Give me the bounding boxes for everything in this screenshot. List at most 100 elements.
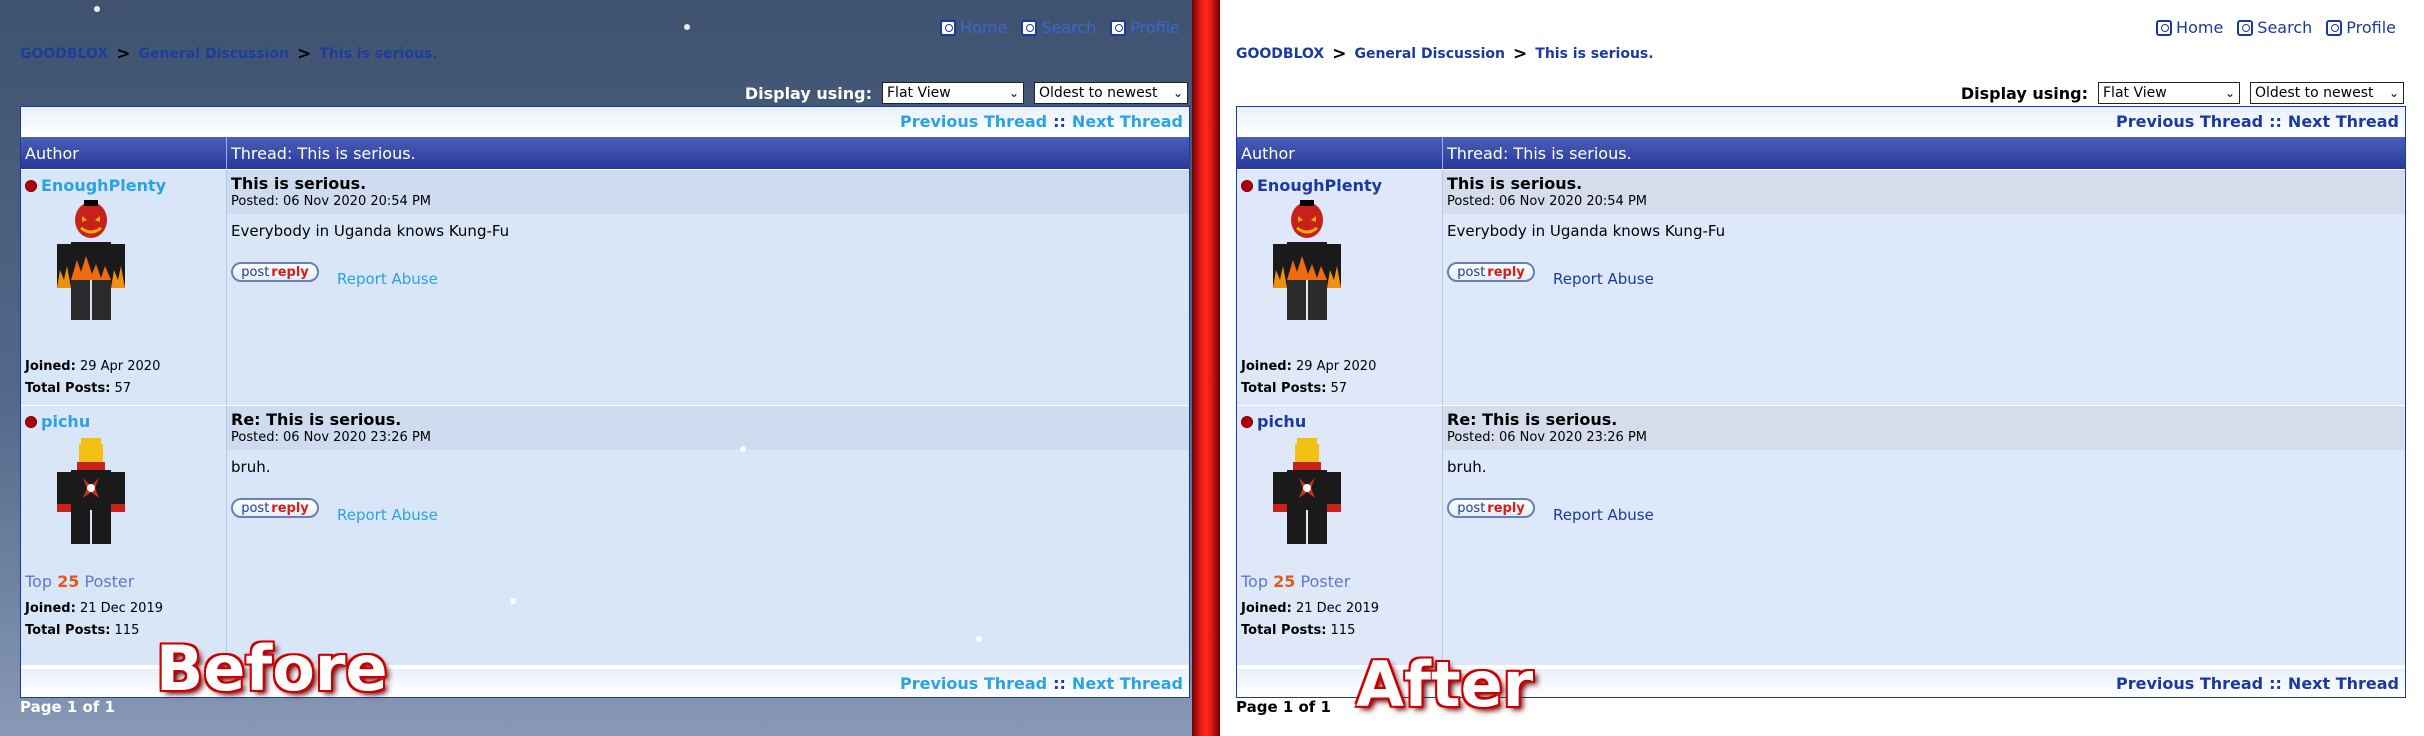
- offline-status-icon: [25, 415, 37, 428]
- rank-prefix: Top: [25, 572, 52, 591]
- breadcrumb-thread[interactable]: This is serious.: [319, 46, 437, 62]
- post-author-cell: EnoughPlenty Joined: 29 Apr 2020 Total P…: [1237, 170, 1443, 405]
- home-link[interactable]: Home: [940, 18, 1007, 37]
- page-info: Page 1 of 1: [1236, 698, 1331, 716]
- breadcrumb-separator: >: [1513, 44, 1528, 64]
- username: EnoughPlenty: [1257, 176, 1383, 195]
- display-select[interactable]: Flat View ⌄: [882, 82, 1024, 104]
- next-thread-link[interactable]: Next Thread: [2288, 674, 2399, 693]
- profile-icon: [2326, 19, 2343, 36]
- top-poster-badge: Top 25 Poster: [1241, 572, 1350, 591]
- post-body-cell: This is serious. Posted: 06 Nov 2020 20:…: [1443, 170, 2405, 405]
- username-link[interactable]: EnoughPlenty: [1241, 176, 1382, 195]
- display-select-value: Flat View: [887, 85, 951, 101]
- before-label: Before: [156, 632, 388, 705]
- reply-button-part2: reply: [1487, 264, 1525, 280]
- profile-link[interactable]: Profile: [2326, 18, 2396, 37]
- post-author-cell: pichu Top 25 Poster Joined: 21 Dec 2019 …: [21, 406, 227, 665]
- joined-date: 21 Dec 2019: [1295, 601, 1379, 616]
- previous-thread-link[interactable]: Previous Thread: [2116, 674, 2263, 693]
- thread-column-header: Thread: This is serious.: [231, 143, 416, 163]
- profile-link[interactable]: Profile: [1110, 18, 1180, 37]
- snow-particle: [740, 446, 746, 452]
- search-link[interactable]: Search: [2237, 18, 2312, 37]
- snow-particle: [510, 598, 516, 604]
- post-body-cell: Re: This is serious. Posted: 06 Nov 2020…: [1443, 406, 2405, 665]
- author-column-header: Author: [21, 137, 227, 169]
- thread-table: Previous Thread :: Next Thread Author Th…: [1236, 106, 2406, 698]
- table-header: Author Thread: This is serious.: [1237, 137, 2405, 169]
- username-link[interactable]: EnoughPlenty: [25, 176, 166, 195]
- rank-suffix: Poster: [84, 572, 135, 591]
- table-header: Author Thread: This is serious.: [21, 137, 1189, 169]
- next-thread-link[interactable]: Next Thread: [1072, 674, 1183, 693]
- author-meta: Joined: 29 Apr 2020 Total Posts: 57: [1241, 356, 1376, 400]
- username: pichu: [1257, 412, 1307, 431]
- top-links: Home Search Profile: [940, 18, 1180, 37]
- thread-nav-top: Previous Thread :: Next Thread: [21, 107, 1189, 135]
- post-message: Everybody in Uganda knows Kung-Fu: [1447, 222, 1726, 240]
- thread-column-header: Thread: This is serious.: [1447, 143, 1632, 163]
- post-reply-button[interactable]: post reply: [231, 498, 319, 518]
- rank-number: 25: [1273, 572, 1296, 591]
- breadcrumb: GOODBLOX > General Discussion > This is …: [20, 44, 438, 64]
- joined-label: Joined:: [1241, 359, 1292, 374]
- breadcrumb-forum[interactable]: General Discussion: [138, 46, 289, 62]
- profile-label: Profile: [1130, 18, 1180, 37]
- avatar: [57, 438, 125, 544]
- rank-prefix: Top: [1241, 572, 1268, 591]
- report-abuse-link[interactable]: Report Abuse: [1553, 506, 1654, 524]
- display-select-value: Flat View: [2103, 85, 2167, 101]
- report-abuse-link[interactable]: Report Abuse: [337, 270, 438, 288]
- post-reply-button[interactable]: post reply: [231, 262, 319, 282]
- report-abuse-link[interactable]: Report Abuse: [1553, 270, 1654, 288]
- post-reply-button[interactable]: post reply: [1447, 498, 1535, 518]
- post-subject: Re: This is serious.: [231, 410, 402, 429]
- total-posts-count: 115: [114, 623, 140, 638]
- breadcrumb: GOODBLOX > General Discussion > This is …: [1236, 44, 1654, 64]
- joined-date: 29 Apr 2020: [79, 359, 161, 374]
- before-content: Home Search Profile GOODBLOX > General D…: [20, 0, 1190, 736]
- previous-thread-link[interactable]: Previous Thread: [900, 674, 1047, 693]
- search-label: Search: [1041, 18, 1097, 37]
- display-using-label: Display using:: [744, 83, 872, 103]
- post-reply-button[interactable]: post reply: [1447, 262, 1535, 282]
- breadcrumb-separator: >: [1332, 44, 1347, 64]
- post-row: pichu Top 25 Poster Joined: 21 Dec 2019 …: [1237, 405, 2405, 665]
- search-icon: [2237, 19, 2254, 36]
- home-link[interactable]: Home: [2156, 18, 2223, 37]
- joined-date: 21 Dec 2019: [79, 601, 163, 616]
- breadcrumb-separator: >: [297, 44, 312, 64]
- search-link[interactable]: Search: [1021, 18, 1096, 37]
- next-thread-link[interactable]: Next Thread: [1072, 112, 1183, 131]
- breadcrumb-thread[interactable]: This is serious.: [1535, 46, 1653, 62]
- previous-thread-link[interactable]: Previous Thread: [900, 112, 1047, 131]
- home-icon: [940, 19, 957, 36]
- post-timestamp: Posted: 06 Nov 2020 23:26 PM: [231, 430, 432, 445]
- previous-thread-link[interactable]: Previous Thread: [2116, 112, 2263, 131]
- home-label: Home: [960, 18, 1008, 37]
- nav-separator: ::: [2269, 111, 2282, 131]
- order-select[interactable]: Oldest to newest ⌄: [1034, 82, 1188, 104]
- next-thread-link[interactable]: Next Thread: [2288, 112, 2399, 131]
- avatar: [1273, 200, 1341, 320]
- display-select[interactable]: Flat View ⌄: [2098, 82, 2240, 104]
- breadcrumb-site[interactable]: GOODBLOX: [20, 46, 108, 62]
- report-abuse-link[interactable]: Report Abuse: [337, 506, 438, 524]
- thread-nav-top: Previous Thread :: Next Thread: [1237, 107, 2405, 135]
- breadcrumb-site[interactable]: GOODBLOX: [1236, 46, 1324, 62]
- joined-date: 29 Apr 2020: [1295, 359, 1377, 374]
- page-info: Page 1 of 1: [20, 698, 115, 716]
- post-row: EnoughPlenty Joined: 29 Apr 2020 Total P…: [21, 169, 1189, 405]
- reply-button-part1: post: [1457, 500, 1486, 516]
- reply-button-part2: reply: [271, 500, 309, 516]
- display-using-label: Display using:: [1960, 83, 2088, 103]
- chevron-down-icon: ⌄: [2388, 86, 2399, 100]
- breadcrumb-forum[interactable]: General Discussion: [1354, 46, 1505, 62]
- order-select[interactable]: Oldest to newest ⌄: [2250, 82, 2404, 104]
- post-author-cell: pichu Top 25 Poster Joined: 21 Dec 2019 …: [1237, 406, 1443, 665]
- post-message: bruh.: [231, 458, 271, 476]
- author-meta: Joined: 21 Dec 2019 Total Posts: 115: [25, 598, 163, 642]
- username-link[interactable]: pichu: [25, 412, 90, 431]
- username-link[interactable]: pichu: [1241, 412, 1306, 431]
